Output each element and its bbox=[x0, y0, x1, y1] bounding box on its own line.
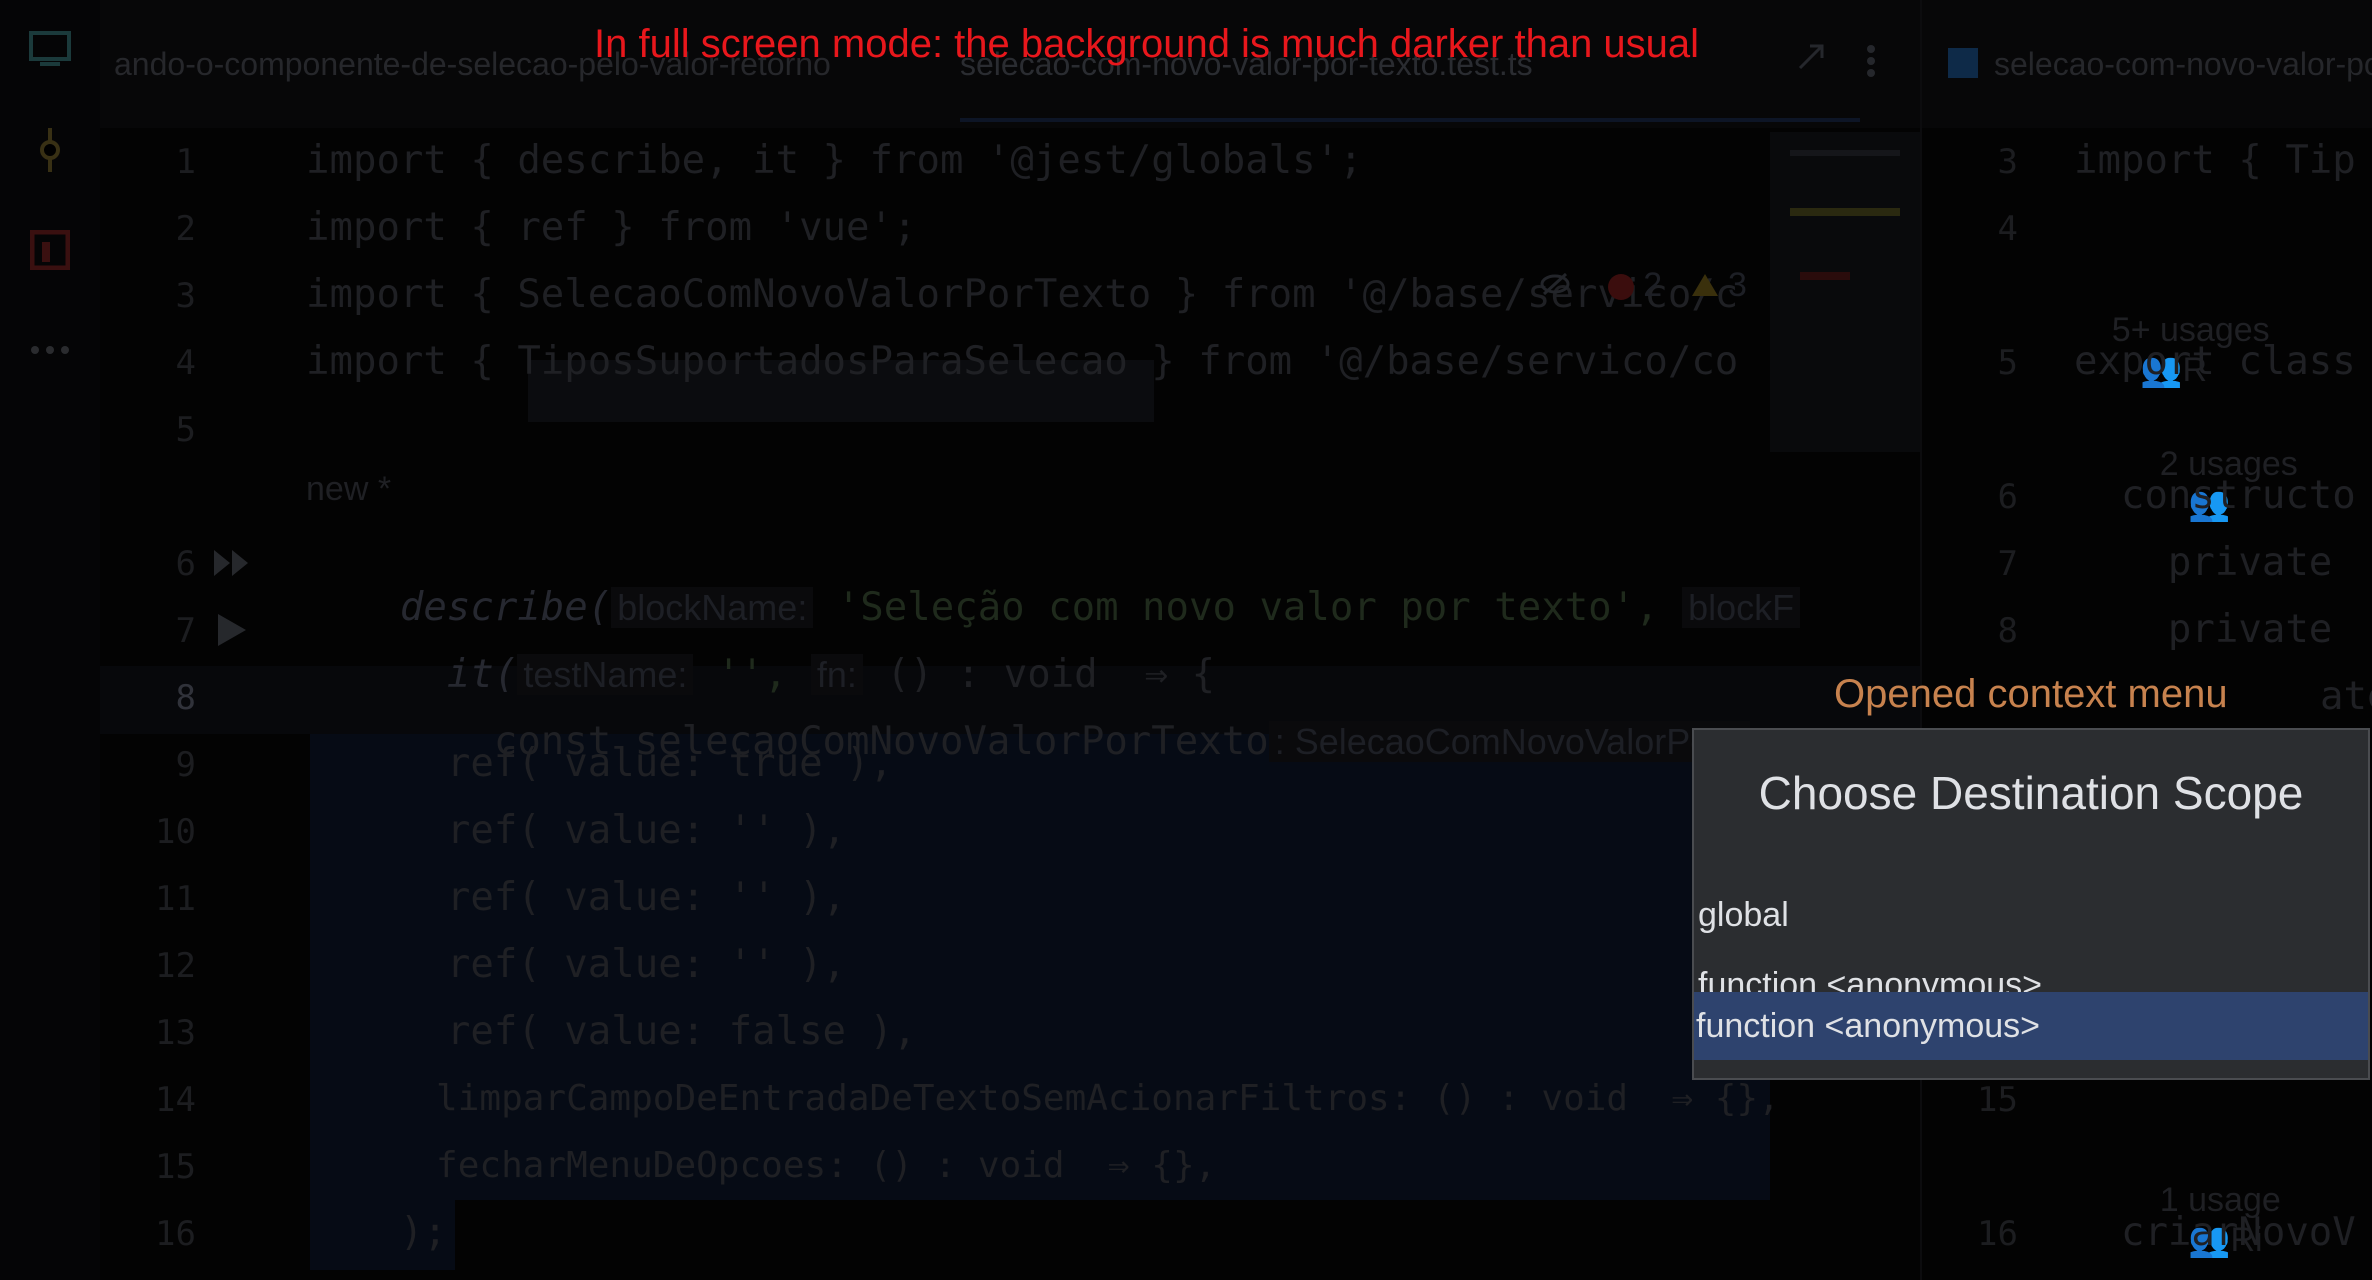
line-number: 5 bbox=[175, 410, 196, 450]
code-line[interactable]: ref( value: '' ), bbox=[306, 808, 846, 853]
line-number: 8 bbox=[1997, 611, 2018, 651]
line-number: 4 bbox=[175, 343, 196, 383]
run-test-icon[interactable] bbox=[216, 612, 248, 652]
minimap-line bbox=[1790, 150, 1900, 156]
line-number: 16 bbox=[1977, 1214, 2018, 1254]
error-icon bbox=[1607, 274, 1634, 301]
code-line[interactable]: export class bbox=[2074, 339, 2356, 384]
line-number: 6 bbox=[1997, 477, 2018, 517]
code-line[interactable]: ref( value: '' ), bbox=[306, 875, 846, 920]
run-all-tests-icon[interactable] bbox=[212, 548, 252, 582]
line-number: 4 bbox=[1997, 209, 2018, 249]
active-tab-underline bbox=[960, 118, 1860, 122]
code-line[interactable]: private bbox=[2074, 540, 2332, 585]
error-count[interactable]: 2 bbox=[1643, 266, 1662, 304]
line-gutter: 1 2 3 4 5 6 7 8 9 10 11 12 13 14 15 16 bbox=[100, 128, 300, 1280]
line-number: 14 bbox=[155, 1080, 196, 1120]
structure-icon[interactable] bbox=[22, 222, 78, 278]
line-number: 5 bbox=[1997, 343, 2018, 383]
choose-destination-scope-popup: Choose Destination Scope global function… bbox=[1692, 728, 2370, 1080]
line-number: 15 bbox=[1977, 1080, 2018, 1120]
line-number: 16 bbox=[155, 1214, 196, 1254]
code-line[interactable]: ate bbox=[2320, 674, 2372, 719]
code-line[interactable]: ref( value: '' ), bbox=[306, 942, 846, 987]
tab-more-icon[interactable] bbox=[1866, 44, 1876, 82]
annotation-fullscreen-note: In full screen mode: the background is m… bbox=[594, 22, 1700, 66]
annotation-context-menu-note: Opened context menu bbox=[1834, 672, 2228, 716]
code-line[interactable]: import { Tip bbox=[2074, 138, 2356, 183]
code-line[interactable]: limparCampoDeEntradaDeTextoSemAcionarFil… bbox=[306, 1078, 1780, 1119]
line-number: 3 bbox=[175, 276, 196, 316]
tool-window-strip bbox=[0, 0, 100, 1280]
warning-count[interactable]: 3 bbox=[1728, 266, 1747, 304]
line-number: 7 bbox=[175, 611, 196, 651]
code-line[interactable]: private bbox=[2074, 607, 2332, 652]
line-number: 1 bbox=[175, 142, 196, 182]
code-line[interactable]: criarNovoV bbox=[2074, 1210, 2356, 1255]
code-line[interactable]: import { describe, it } from '@jest/glob… bbox=[306, 138, 1363, 183]
split-editor-tab[interactable]: selecao-com-novo-valor-por- bbox=[1994, 46, 2372, 83]
minimap[interactable] bbox=[1770, 132, 1920, 452]
minimap-error-marker bbox=[1800, 272, 1850, 280]
line-number: 8 bbox=[175, 678, 196, 718]
code-line[interactable]: ref( value: false ), bbox=[306, 1009, 917, 1054]
scope-option-function-selected[interactable]: function <anonymous> bbox=[1694, 992, 2368, 1060]
code-editor[interactable]: 1 2 3 4 5 6 7 8 9 10 11 12 13 14 15 16 i… bbox=[100, 128, 1920, 1280]
line-number: 11 bbox=[155, 879, 196, 919]
line-number: 6 bbox=[175, 544, 196, 584]
more-icon[interactable] bbox=[22, 322, 78, 378]
code-vision-hint[interactable]: new * bbox=[306, 470, 391, 509]
line-number: 15 bbox=[155, 1147, 196, 1187]
code-line[interactable]: import { TiposSuportadosParaSelecao } fr… bbox=[306, 339, 1738, 384]
parameter-hint: blockF bbox=[1682, 587, 1801, 628]
popup-title: Choose Destination Scope bbox=[1758, 767, 2304, 819]
scope-option-global[interactable]: global bbox=[1694, 880, 2368, 950]
typescript-file-icon bbox=[1948, 48, 1978, 78]
project-icon[interactable] bbox=[22, 22, 78, 78]
line-number: 2 bbox=[175, 209, 196, 249]
code-line[interactable]: import { SelecaoComNovoValorPorTexto } f… bbox=[306, 272, 1738, 317]
line-number: 7 bbox=[1997, 544, 2018, 584]
open-in-split-icon[interactable] bbox=[1796, 42, 1826, 76]
code-line[interactable]: fecharMenuDeOpcoes: () : void ⇒ {}, bbox=[306, 1145, 1216, 1186]
hide-hints-icon[interactable] bbox=[1540, 266, 1570, 305]
line-number: 9 bbox=[175, 745, 196, 785]
type-hint: : SelecaoComNovoValorPorT bbox=[1268, 721, 1751, 762]
line-number: 10 bbox=[155, 812, 196, 852]
code-line[interactable]: import { ref } from 'vue'; bbox=[306, 205, 916, 250]
line-number: 12 bbox=[155, 946, 196, 986]
code-line[interactable]: constructo bbox=[2074, 473, 2356, 518]
line-number: 3 bbox=[1997, 142, 2018, 182]
line-number: 13 bbox=[155, 1013, 196, 1053]
commit-icon[interactable] bbox=[22, 122, 78, 178]
warning-icon bbox=[1691, 268, 1719, 307]
split-tab-bar: selecao-com-novo-valor-por- bbox=[1922, 0, 2372, 128]
minimap-marker bbox=[1790, 208, 1900, 216]
code-line[interactable]: ref( value: true ), bbox=[306, 741, 893, 786]
code-line[interactable]: ); bbox=[306, 1210, 447, 1255]
